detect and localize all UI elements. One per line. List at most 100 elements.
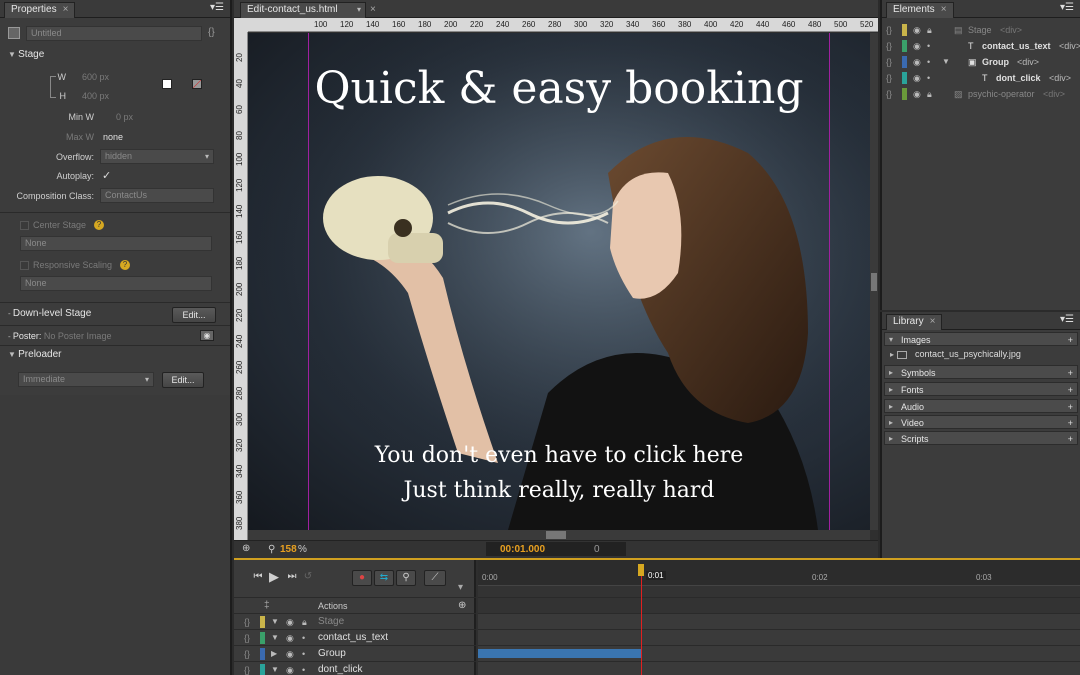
eye-icon[interactable]: ◉ — [286, 614, 294, 630]
overflow-select[interactable]: hidden ▾ — [100, 149, 214, 164]
close-icon[interactable]: × — [63, 4, 69, 15]
add-icon[interactable]: + — [1068, 383, 1073, 397]
contact-us-text[interactable]: Quick & easy booking — [248, 63, 870, 114]
panel-menu-icon[interactable]: ▾☰ — [1060, 314, 1074, 325]
close-icon[interactable]: × — [930, 316, 936, 327]
chevron-down-icon[interactable]: ▼ — [271, 662, 279, 675]
add-icon[interactable]: + — [1068, 333, 1073, 347]
library-images-section[interactable]: ▾ Images + — [884, 332, 1078, 346]
library-fonts-section[interactable]: ▸ Fonts + — [884, 382, 1078, 396]
timeline-layer-row[interactable]: {} ▼ ◉ 🔒︎ Stage — [234, 613, 476, 629]
group-keyframe-bar[interactable] — [478, 649, 641, 658]
library-image-item[interactable]: ▸ contact_us_psychically.jpg — [890, 349, 1080, 359]
library-video-section[interactable]: ▸ Video + — [884, 415, 1078, 429]
code-icon[interactable]: {} — [886, 22, 892, 38]
code-icon[interactable]: {} — [244, 662, 250, 675]
add-icon[interactable]: + — [1068, 416, 1073, 430]
element-row[interactable]: {} ◉ • ▼ ▣ Group <div> — [882, 54, 1080, 70]
tab-elements[interactable]: Elements × — [886, 2, 954, 18]
element-row[interactable]: {} ◉ • Tdont_click <div> — [882, 70, 1080, 86]
dot-icon[interactable]: • — [302, 662, 305, 675]
help-icon[interactable]: ? — [120, 260, 130, 270]
easing-icon[interactable]: ⟋ — [424, 570, 446, 586]
stage-section[interactable]: ▼ Stage — [0, 46, 230, 64]
timeline-layer-row[interactable]: {} ▼ ◉ • contact_us_text — [234, 629, 476, 645]
preloader-select[interactable]: Immediate ▾ — [18, 372, 154, 387]
timeline-layer-row[interactable]: {} ▶ ◉ • Group — [234, 645, 476, 661]
lock-icon[interactable]: 🔒︎ — [927, 22, 932, 38]
dont-click-line1[interactable]: You don't even have to click here — [248, 443, 870, 468]
close-icon[interactable]: × — [370, 4, 376, 15]
camera-icon[interactable]: ◉ — [200, 330, 214, 341]
chevron-down-icon[interactable]: ▼ — [942, 54, 950, 70]
chevron-down-icon[interactable]: ▼ — [271, 630, 279, 646]
dot-icon[interactable]: • — [927, 54, 930, 70]
center-stage-select[interactable]: None — [20, 236, 212, 251]
code-icon[interactable]: {} — [244, 630, 250, 646]
vertical-scrollbar[interactable] — [870, 33, 878, 530]
dot-icon[interactable]: • — [927, 38, 930, 54]
composition-class-input[interactable]: ContactUs — [100, 188, 214, 203]
eye-icon[interactable]: ◉ — [913, 22, 921, 38]
scroll-thumb[interactable] — [546, 531, 566, 539]
scroll-thumb[interactable] — [871, 273, 877, 291]
center-stage-checkbox[interactable] — [20, 221, 29, 230]
bg-image-swatch[interactable] — [192, 79, 202, 89]
help-icon[interactable]: ? — [94, 220, 104, 230]
min-width-value[interactable]: 0 px — [116, 112, 133, 122]
eye-icon[interactable]: ◉ — [913, 86, 921, 102]
loop-icon[interactable]: ↺ — [298, 570, 318, 586]
eye-icon[interactable]: ◉ — [286, 630, 294, 646]
element-row[interactable]: {} ◉ 🔒︎ ▨ psychic-operator <div> — [882, 86, 1080, 102]
preloader-edit-button[interactable]: Edit... — [162, 372, 204, 388]
record-icon[interactable]: ● — [352, 570, 372, 586]
code-icon[interactable]: {} — [886, 38, 892, 54]
code-icon[interactable]: {} — [886, 70, 892, 86]
eye-icon[interactable]: ◉ — [286, 646, 294, 662]
pin-toggle-icon[interactable]: ⇆ — [374, 570, 394, 586]
library-symbols-section[interactable]: ▸ Symbols + — [884, 365, 1078, 379]
eye-icon[interactable]: ◉ — [913, 38, 921, 54]
preloader-section[interactable]: ▼ Preloader — [0, 346, 230, 364]
responsive-scaling-checkbox[interactable] — [20, 261, 29, 270]
current-time[interactable]: 00:01.000 — [500, 544, 545, 555]
downlevel-edit-button[interactable]: Edit... — [172, 307, 216, 323]
tab-document[interactable]: Edit-contact_us.html ▾ — [240, 2, 366, 18]
code-icon[interactable]: {} — [208, 27, 215, 38]
tab-properties[interactable]: Properties × — [4, 2, 76, 18]
element-row[interactable]: {} ◉ 🔒︎ ▤ Stage <div> — [882, 22, 1080, 38]
zoom-level[interactable]: 158 — [280, 544, 297, 555]
frame-value[interactable]: 0 — [594, 544, 600, 555]
eye-icon[interactable]: ◉ — [286, 662, 294, 675]
horizontal-scrollbar[interactable] — [248, 530, 870, 540]
eye-icon[interactable]: ◉ — [913, 70, 921, 86]
tab-library[interactable]: Library × — [886, 314, 943, 330]
max-width-value[interactable]: none — [103, 132, 123, 142]
code-icon[interactable]: {} — [886, 86, 892, 102]
add-icon[interactable]: + — [1068, 432, 1073, 446]
bg-color-swatch[interactable] — [162, 79, 172, 89]
autoplay-checkbox[interactable]: ✓ — [102, 169, 111, 182]
chevron-down-icon[interactable]: ▾ — [458, 582, 463, 593]
code-icon[interactable]: {} — [244, 646, 250, 662]
dot-icon[interactable]: • — [302, 646, 305, 662]
close-icon[interactable]: × — [941, 4, 947, 15]
add-icon[interactable]: + — [1068, 366, 1073, 380]
code-icon[interactable]: {} — [886, 54, 892, 70]
sort-icon[interactable]: ‡ — [264, 598, 270, 614]
responsive-scaling-select[interactable]: None — [20, 276, 212, 291]
pin-icon[interactable]: ⚲ — [396, 570, 416, 586]
height-value[interactable]: 400 px — [82, 91, 109, 101]
dont-click-line2[interactable]: Just think really, really hard — [248, 478, 870, 503]
zoom-icon[interactable]: ⚲ — [268, 544, 275, 555]
library-scripts-section[interactable]: ▸ Scripts + — [884, 431, 1078, 445]
play-icon[interactable]: ▶ — [264, 570, 284, 586]
lock-icon[interactable]: 🔒︎ — [927, 86, 932, 102]
width-value[interactable]: 600 px — [82, 72, 109, 82]
lock-icon[interactable]: 🔒︎ — [302, 614, 307, 630]
element-row[interactable]: {} ◉ • Tcontact_us_text <div> — [882, 38, 1080, 54]
playhead-handle[interactable] — [638, 564, 644, 576]
title-field[interactable]: Untitled — [26, 26, 202, 41]
add-action-icon[interactable]: ⊕ — [458, 598, 466, 614]
poster-section[interactable]: - Poster: No Poster Image — [0, 327, 230, 345]
